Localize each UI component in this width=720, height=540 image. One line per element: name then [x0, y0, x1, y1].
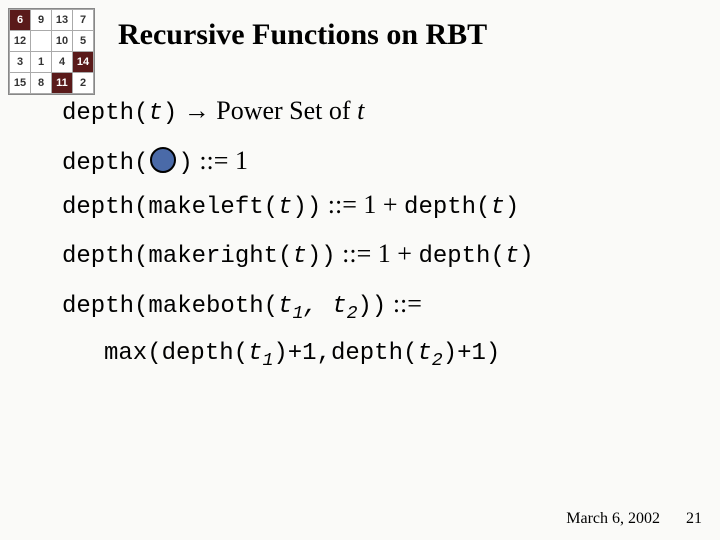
code-var: t [248, 340, 262, 367]
slide-title: Recursive Functions on RBT [118, 18, 487, 52]
code-var: t [332, 293, 346, 320]
grid-cell: 5 [73, 31, 94, 52]
code-text: ) [163, 100, 177, 127]
grid-cell: 4 [52, 52, 73, 73]
text: ::= [386, 289, 422, 318]
grid-cell: 9 [31, 10, 52, 31]
subscript: 2 [347, 304, 358, 324]
code-var: t [490, 194, 504, 221]
grid-cell [31, 31, 52, 52]
grid-cell: 10 [52, 31, 73, 52]
grid-cell: 15 [10, 73, 31, 94]
code-var: t [278, 293, 292, 320]
code-text: )+1,depth( [273, 340, 417, 367]
grid-cell: 8 [31, 73, 52, 94]
def-depth-makeleft: depth(makeleft(t)) ::= 1 + depth(t) [62, 186, 680, 226]
code-text: ) [519, 243, 533, 270]
grid-cell: 3 [10, 52, 31, 73]
grid-cell: 12 [10, 31, 31, 52]
grid-cell: 11 [52, 73, 73, 94]
code-text: )) [358, 293, 387, 320]
text: ::= 1 + [321, 190, 404, 219]
subscript: 2 [432, 351, 443, 371]
math-var: t [357, 96, 364, 125]
code-text: depth(makeboth( [62, 293, 278, 320]
def-depth-leaf: depth() ::= 1 [62, 142, 680, 182]
code-var: t [417, 340, 431, 367]
code-text: depth( [62, 150, 148, 177]
text: ::= 1 + [336, 239, 419, 268]
grid-cell: 7 [73, 10, 94, 31]
leaf-node-icon [150, 147, 176, 173]
code-text: )) [307, 243, 336, 270]
footer-date: March 6, 2002 [566, 510, 660, 528]
code-text: depth( [404, 194, 490, 221]
subscript: 1 [292, 304, 303, 324]
text: → Power Set of [177, 96, 357, 125]
subscript: 1 [262, 351, 273, 371]
code-text: max(depth( [104, 340, 248, 367]
def-depth-makeboth: depth(makeboth(t1, t2)) ::= [62, 285, 680, 328]
grid-cell: 6 [10, 10, 31, 31]
grid-cell: 14 [73, 52, 94, 73]
code-text: ) [178, 150, 192, 177]
def-depth-makeright: depth(makeright(t)) ::= 1 + depth(t) [62, 235, 680, 275]
grid-cell: 1 [31, 52, 52, 73]
code-text: ) [505, 194, 519, 221]
code-var: t [292, 243, 306, 270]
code-var: t [505, 243, 519, 270]
code-text: )) [292, 194, 321, 221]
text: ::= 1 [193, 146, 248, 175]
code-text: , [303, 293, 332, 320]
logo-magic-square: 6 9 13 7 12 10 5 3 1 4 14 15 8 11 2 [8, 8, 95, 95]
code-text: depth( [62, 100, 148, 127]
grid-cell: 13 [52, 10, 73, 31]
def-depth-signature: depth(t) → Power Set of t [62, 92, 680, 132]
code-text: depth( [418, 243, 504, 270]
code-text: depth(makeright( [62, 243, 292, 270]
def-depth-makeboth-body: max(depth(t1)+1,depth(t2)+1) [62, 332, 680, 375]
code-text: )+1) [443, 340, 501, 367]
code-var: t [278, 194, 292, 221]
slide-body: depth(t) → Power Set of t depth() ::= 1 … [62, 92, 680, 378]
footer-page-number: 21 [686, 510, 702, 528]
code-var: t [148, 100, 162, 127]
grid-cell: 2 [73, 73, 94, 94]
code-text: depth(makeleft( [62, 194, 278, 221]
